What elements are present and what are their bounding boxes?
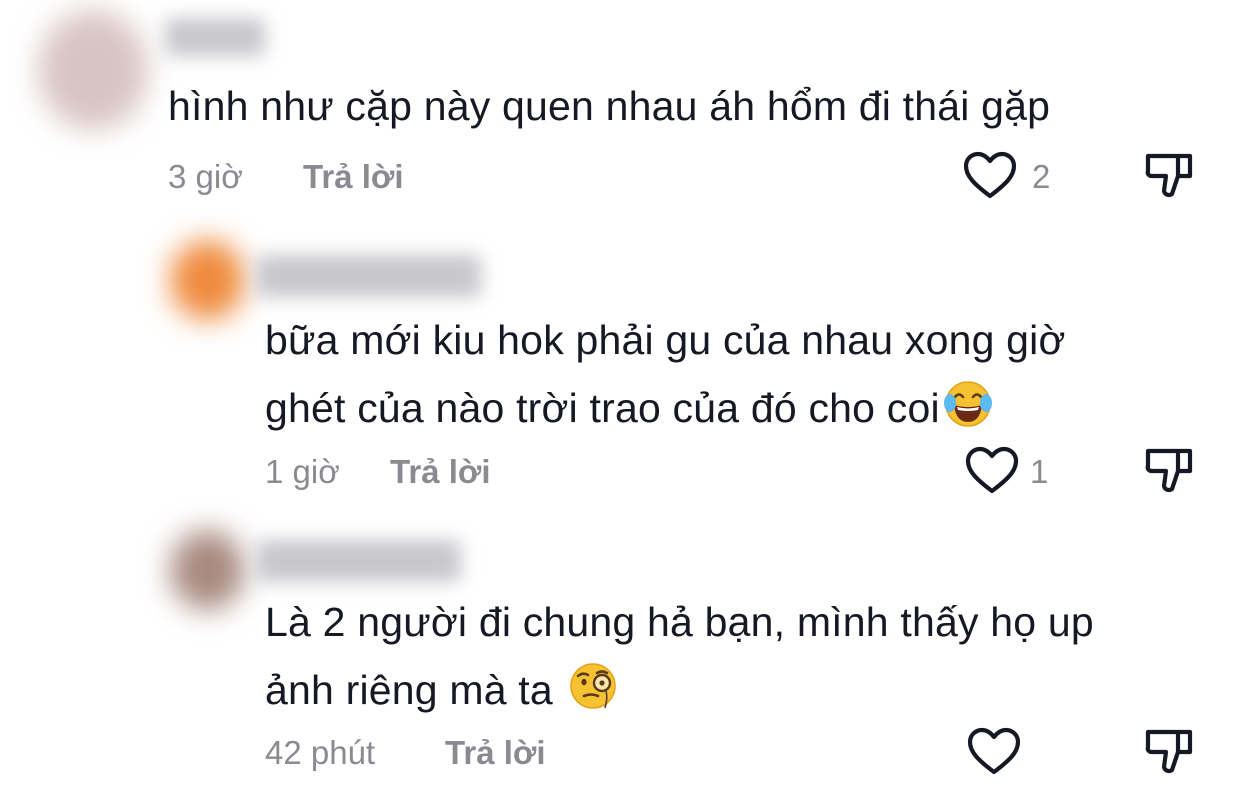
like-button[interactable] bbox=[964, 445, 1020, 500]
face-with-monocle-emoji bbox=[569, 663, 616, 709]
comment-text-line-2: ghét của nào trời trao của đó cho coi bbox=[265, 374, 1066, 442]
dislike-button[interactable] bbox=[1142, 726, 1196, 781]
comment-timestamp: 42 phút bbox=[265, 734, 376, 771]
comment-text: Là 2 người đi chung hả bạn, mình thấy họ… bbox=[265, 588, 1094, 724]
username-blurred[interactable] bbox=[256, 540, 461, 582]
like-button[interactable] bbox=[962, 150, 1018, 205]
thumbs-down-outline-icon bbox=[1145, 153, 1193, 198]
reply-button[interactable]: Trả lời bbox=[445, 734, 546, 772]
heart-outline-icon bbox=[967, 727, 1021, 775]
like-count: 2 bbox=[1032, 158, 1051, 195]
thumbs-down-outline-icon bbox=[1145, 448, 1193, 493]
like-count: 1 bbox=[1030, 453, 1049, 490]
avatar[interactable] bbox=[170, 240, 245, 320]
comment-timestamp: 3 giờ bbox=[168, 158, 243, 195]
username-blurred[interactable] bbox=[256, 255, 481, 297]
comment-text-line-2: ảnh riêng mà ta bbox=[265, 656, 1094, 724]
comment-text-line-2-text: ảnh riêng mà ta bbox=[265, 667, 553, 713]
comment-text-line-1: Là 2 người đi chung hả bạn, mình thấy họ… bbox=[265, 599, 1094, 645]
username-blurred[interactable] bbox=[165, 18, 265, 56]
comment-text-line-1: bữa mới kiu hok phải gu của nhau xong gi… bbox=[265, 317, 1066, 363]
dislike-button[interactable] bbox=[1142, 445, 1196, 500]
comment-text: bữa mới kiu hok phải gu của nhau xong gi… bbox=[265, 306, 1066, 442]
thumbs-down-outline-icon bbox=[1145, 729, 1193, 774]
comment-2: bữa mới kiu hok phải gu của nhau xong gi… bbox=[0, 215, 1242, 505]
comment-1: hình như cặp này quen nhau áh hổm đi thá… bbox=[0, 0, 1242, 215]
reply-button[interactable]: Trả lời bbox=[390, 453, 491, 491]
like-button[interactable] bbox=[966, 726, 1022, 781]
heart-outline-icon bbox=[965, 446, 1019, 494]
reply-button[interactable]: Trả lời bbox=[303, 158, 404, 196]
avatar[interactable] bbox=[170, 530, 245, 610]
comment-timestamp: 1 giờ bbox=[265, 453, 340, 490]
heart-outline-icon bbox=[963, 151, 1017, 199]
dislike-button[interactable] bbox=[1142, 150, 1196, 205]
comment-text-line-2-text: ghét của nào trời trao của đó cho coi bbox=[265, 385, 940, 431]
avatar[interactable] bbox=[38, 10, 148, 130]
comment-3: Là 2 người đi chung hả bạn, mình thấy họ… bbox=[0, 505, 1242, 807]
tears-of-joy-emoji bbox=[943, 381, 992, 427]
comment-text-line-1: hình như cặp này quen nhau áh hổm đi thá… bbox=[168, 83, 1051, 129]
comment-text: hình như cặp này quen nhau áh hổm đi thá… bbox=[168, 72, 1050, 140]
